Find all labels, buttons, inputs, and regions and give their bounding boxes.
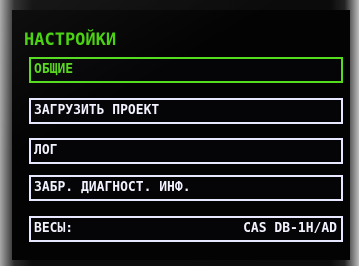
menu-item-label: ЗАГРУЗИТЬ ПРОЕКТ <box>34 103 160 118</box>
menu-item-general[interactable]: ОБЩИЕ <box>29 57 343 83</box>
page-title: НАСТРОЙКИ <box>24 30 117 50</box>
menu-item-diagnostic-info[interactable]: ЗАБР. ДИАГНОСТ. ИНФ. <box>29 175 343 201</box>
menu-item-label: ОБЩИЕ <box>34 62 74 77</box>
menu-item-label: ЛОГ <box>34 143 58 158</box>
menu-item-log[interactable]: ЛОГ <box>29 138 343 164</box>
menu-item-load-project[interactable]: ЗАГРУЗИТЬ ПРОЕКТ <box>29 98 343 124</box>
menu-item-label: ВЕСЫ: <box>34 221 74 236</box>
scales-model-value: CAS DB-1H/AD <box>243 221 337 236</box>
menu-item-scales[interactable]: ВЕСЫ: CAS DB-1H/AD <box>29 216 343 242</box>
menu-item-label: ЗАБР. ДИАГНОСТ. ИНФ. <box>34 180 191 195</box>
